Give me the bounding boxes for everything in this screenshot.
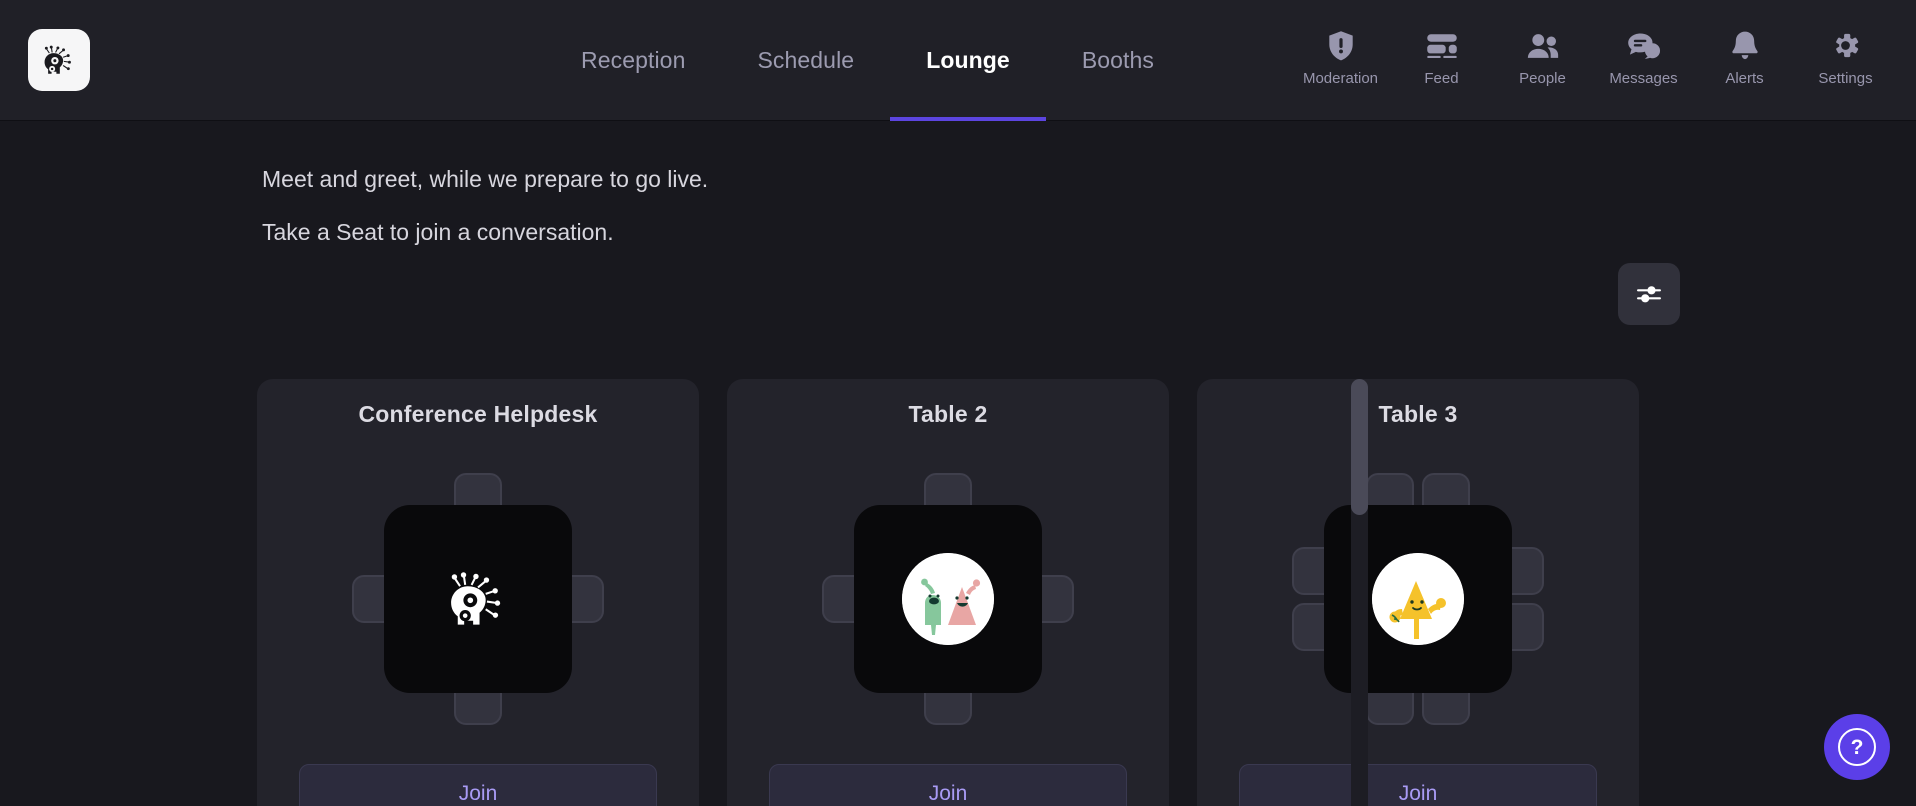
ai-brain-head-icon [437,558,519,640]
lounge-intro-line-2: Take a Seat to join a conversation. [262,219,614,245]
table-card[interactable]: Table 3 Join [1197,379,1639,806]
header-action-label: Feed [1424,69,1459,87]
tab-reception-label: Reception [581,47,686,73]
join-button[interactable]: Join [1239,764,1597,806]
header-action-people[interactable]: People [1492,29,1593,93]
table-card[interactable]: Conference Helpdesk Join [257,379,699,806]
header-action-label: People [1519,69,1566,87]
header-action-label: Moderation [1302,69,1379,87]
table-card-title: Conference Helpdesk [358,401,598,427]
tables-scroll-region[interactable]: Conference Helpdesk Join Table 2 Join Ta… [0,379,1916,806]
header-action-feed[interactable]: Feed [1391,29,1492,93]
table-diagram-4-seats [348,469,608,729]
tab-schedule-label: Schedule [757,47,855,73]
people-icon [1526,29,1560,63]
join-button[interactable]: Join [299,764,657,806]
shield-alert-icon [1326,29,1356,63]
header-action-moderation[interactable]: Moderation [1290,29,1391,93]
tab-lounge[interactable]: Lounge [890,0,1046,121]
header-action-alerts[interactable]: Alerts [1694,29,1795,93]
header-action-settings[interactable]: Settings [1795,29,1896,93]
tab-lounge-label: Lounge [926,47,1010,73]
bell-icon [1731,29,1759,63]
table-diagram-4-seats [818,469,1078,729]
help-button[interactable]: ? [1824,714,1890,780]
tab-reception[interactable]: Reception [545,0,721,121]
lounge-intro: Meet and greet, while we prepare to go l… [0,121,1916,259]
main-nav-tabs: Reception Schedule Lounge Booths [545,0,1190,121]
sliders-icon [1635,282,1663,306]
header-action-label: Messages [1609,69,1678,87]
table-card-title: Table 2 [908,401,988,427]
table-stage [1239,434,1597,764]
lounge-intro-line-1: Meet and greet, while we prepare to go l… [262,166,709,192]
vertical-scrollbar-thumb[interactable] [1351,379,1368,515]
table-card[interactable]: Table 2 Join [727,379,1169,806]
table-surface [854,505,1042,693]
feed-icon [1426,29,1458,63]
join-button[interactable]: Join [769,764,1127,806]
tab-booths-label: Booths [1081,47,1155,73]
question-mark-icon: ? [1838,728,1876,766]
tables-grid: Conference Helpdesk Join Table 2 Join Ta… [0,379,1916,806]
header-action-label: Settings [1818,69,1873,87]
tab-booths[interactable]: Booths [1046,0,1190,121]
messages-icon [1627,29,1661,63]
tab-schedule[interactable]: Schedule [721,0,890,121]
header-action-label: Alerts [1725,69,1764,87]
ai-brain-head-icon [37,38,81,82]
header-action-messages[interactable]: Messages [1593,29,1694,93]
table-surface [384,505,572,693]
lounge-main: Meet and greet, while we prepare to go l… [0,121,1916,806]
brand-logo[interactable] [28,29,90,91]
avatar [902,553,994,645]
table-card-title: Table 3 [1378,401,1458,427]
avatar [1372,553,1464,645]
header-actions: Moderation Feed People Messages Alerts S… [1290,0,1896,121]
app-header: Reception Schedule Lounge Booths Moderat… [0,0,1916,121]
table-stage [299,434,657,764]
vertical-scrollbar-track[interactable] [1351,379,1368,806]
table-diagram-6-seats [1288,469,1548,729]
gear-icon [1830,29,1861,63]
lounge-filter-button[interactable] [1618,263,1680,325]
table-stage [769,434,1127,764]
